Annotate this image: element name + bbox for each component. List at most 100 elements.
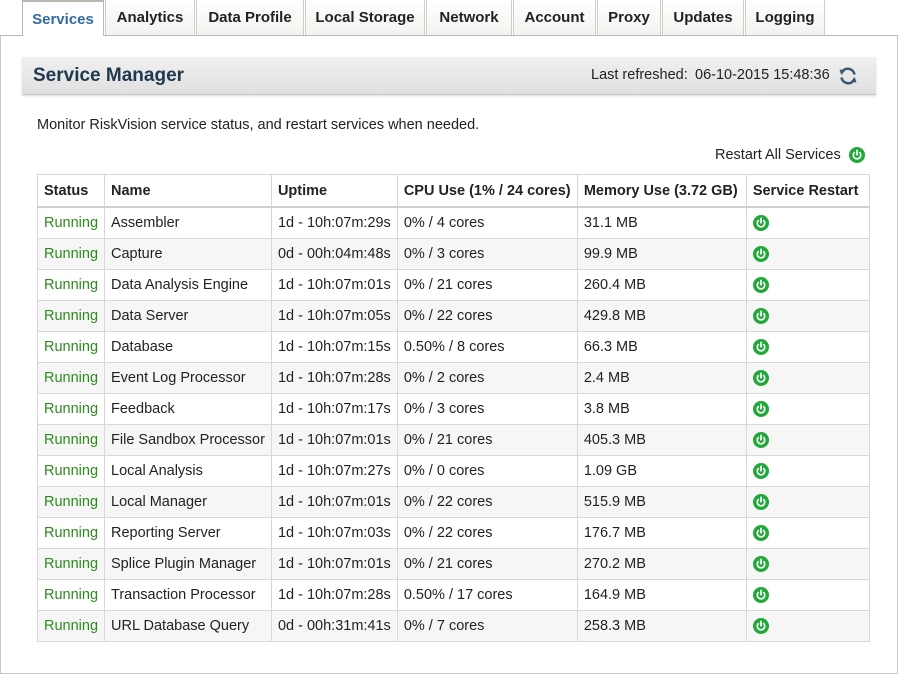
service-cpu-use: 0% / 21 cores [396, 424, 578, 456]
page-description: Monitor RiskVision service status, and r… [37, 117, 480, 133]
tab-services[interactable]: Services [22, 0, 104, 36]
service-memory-use: 176.7 MB [576, 517, 747, 549]
power-icon[interactable] [752, 463, 769, 480]
service-status: Running [36, 206, 106, 239]
service-cpu-use: 0% / 22 cores [396, 486, 578, 518]
service-restart-button[interactable] [745, 393, 870, 425]
table-row: Running Capture 0d - 00h:04m:48s 0% / 3 cor… [36, 238, 870, 270]
service-uptime: 0d - 00h:04m:48s [270, 238, 398, 270]
service-status: Running [36, 610, 106, 642]
service-cpu-use: 0.50% / 17 cores [396, 579, 578, 611]
service-uptime: 1d - 10h:07m:01s [270, 486, 398, 518]
service-uptime: 1d - 10h:07m:01s [270, 424, 398, 456]
tab-local-storage[interactable]: Local Storage [305, 0, 425, 35]
service-name: Feedback [104, 393, 272, 425]
service-restart-button[interactable] [745, 331, 870, 363]
tab-logging[interactable]: Logging [745, 0, 825, 35]
service-name: Data Analysis Engine [104, 269, 272, 301]
service-name: Splice Plugin Manager [104, 548, 272, 580]
table-row: Running Feedback 1d - 10h:07m:17s 0% / 3 co… [36, 393, 870, 425]
service-name: File Sandbox Processor [104, 424, 272, 456]
service-uptime: 1d - 10h:07m:28s [270, 579, 398, 611]
column-header-cpu-use[interactable]: CPU Use (1% / 24 cores) [396, 174, 578, 208]
service-cpu-use: 0% / 3 cores [396, 393, 578, 425]
table-row: Running Reporting Server 1d - 10h:07m:03s 0… [36, 517, 870, 549]
service-restart-button[interactable] [745, 424, 870, 456]
tab-proxy[interactable]: Proxy [597, 0, 661, 35]
service-name: Local Manager [104, 486, 272, 518]
service-memory-use: 2.4 MB [576, 362, 747, 394]
service-memory-use: 164.9 MB [576, 579, 747, 611]
power-icon[interactable] [752, 370, 769, 387]
service-memory-use: 405.3 MB [576, 424, 747, 456]
column-header-service-restart: Service Restart [745, 174, 870, 208]
last-refreshed-value: 06-10-2015 15:48:36 [695, 67, 830, 83]
column-header-memory-use[interactable]: Memory Use (3.72 GB) [576, 174, 747, 208]
service-restart-button[interactable] [745, 455, 870, 487]
service-name: Event Log Processor [104, 362, 272, 394]
power-icon[interactable] [752, 525, 769, 542]
service-restart-button[interactable] [745, 362, 870, 394]
service-restart-button[interactable] [745, 610, 870, 642]
refresh-icon[interactable] [838, 66, 858, 86]
tab-updates[interactable]: Updates [662, 0, 744, 35]
column-header-name[interactable]: Name [104, 174, 272, 208]
service-memory-use: 99.9 MB [576, 238, 747, 270]
table-row: Running File Sandbox Processor 1d - 10h:07… [36, 424, 870, 456]
service-name: Local Analysis [104, 455, 272, 487]
power-icon[interactable] [752, 308, 769, 325]
service-restart-button[interactable] [745, 517, 870, 549]
service-restart-button[interactable] [745, 486, 870, 518]
table-row: Running Local Analysis 1d - 10h:07m:27s 0% … [36, 455, 870, 487]
tab-network[interactable]: Network [426, 0, 512, 35]
service-cpu-use: 0.50% / 8 cores [396, 331, 578, 363]
column-header-uptime[interactable]: Uptime [270, 174, 398, 208]
service-uptime: 0d - 00h:31m:41s [270, 610, 398, 642]
power-icon[interactable] [752, 401, 769, 418]
service-memory-use: 258.3 MB [576, 610, 747, 642]
service-name: Capture [104, 238, 272, 270]
power-icon[interactable] [752, 215, 769, 232]
tab-data-profile[interactable]: Data Profile [196, 0, 304, 35]
power-icon[interactable] [752, 246, 769, 263]
power-icon[interactable] [752, 339, 769, 356]
service-memory-use: 515.9 MB [576, 486, 747, 518]
service-status: Running [36, 486, 106, 518]
service-name: Assembler [104, 206, 272, 239]
tab-analytics[interactable]: Analytics [105, 0, 195, 35]
service-memory-use: 3.8 MB [576, 393, 747, 425]
service-uptime: 1d - 10h:07m:15s [270, 331, 398, 363]
service-status: Running [36, 238, 106, 270]
power-icon[interactable] [752, 556, 769, 573]
service-memory-use: 270.2 MB [576, 548, 747, 580]
service-restart-button[interactable] [745, 548, 870, 580]
power-icon[interactable] [752, 587, 769, 604]
service-uptime: 1d - 10h:07m:17s [270, 393, 398, 425]
service-status: Running [36, 517, 106, 549]
restart-all-services-button[interactable]: Restart All Services [715, 146, 865, 164]
power-icon[interactable] [752, 494, 769, 511]
column-header-status[interactable]: Status [36, 174, 106, 208]
service-status: Running [36, 455, 106, 487]
service-restart-button[interactable] [745, 579, 870, 611]
power-icon[interactable] [752, 618, 769, 635]
tab-account[interactable]: Account [513, 0, 596, 35]
service-restart-button[interactable] [745, 269, 870, 301]
service-status: Running [36, 424, 106, 456]
last-refreshed-label: Last refreshed: [591, 67, 688, 83]
service-name: Data Server [104, 300, 272, 332]
service-name: URL Database Query [104, 610, 272, 642]
service-uptime: 1d - 10h:07m:05s [270, 300, 398, 332]
service-restart-button[interactable] [745, 238, 870, 270]
power-icon[interactable] [752, 277, 769, 294]
service-restart-button[interactable] [745, 206, 870, 239]
service-uptime: 1d - 10h:07m:29s [270, 206, 398, 239]
service-restart-button[interactable] [745, 300, 870, 332]
power-icon[interactable] [752, 432, 769, 449]
service-uptime: 1d - 10h:07m:01s [270, 269, 398, 301]
service-cpu-use: 0% / 22 cores [396, 300, 578, 332]
page-title: Service Manager [33, 65, 185, 86]
service-cpu-use: 0% / 3 cores [396, 238, 578, 270]
service-cpu-use: 0% / 4 cores [396, 206, 578, 239]
service-cpu-use: 0% / 21 cores [396, 269, 578, 301]
